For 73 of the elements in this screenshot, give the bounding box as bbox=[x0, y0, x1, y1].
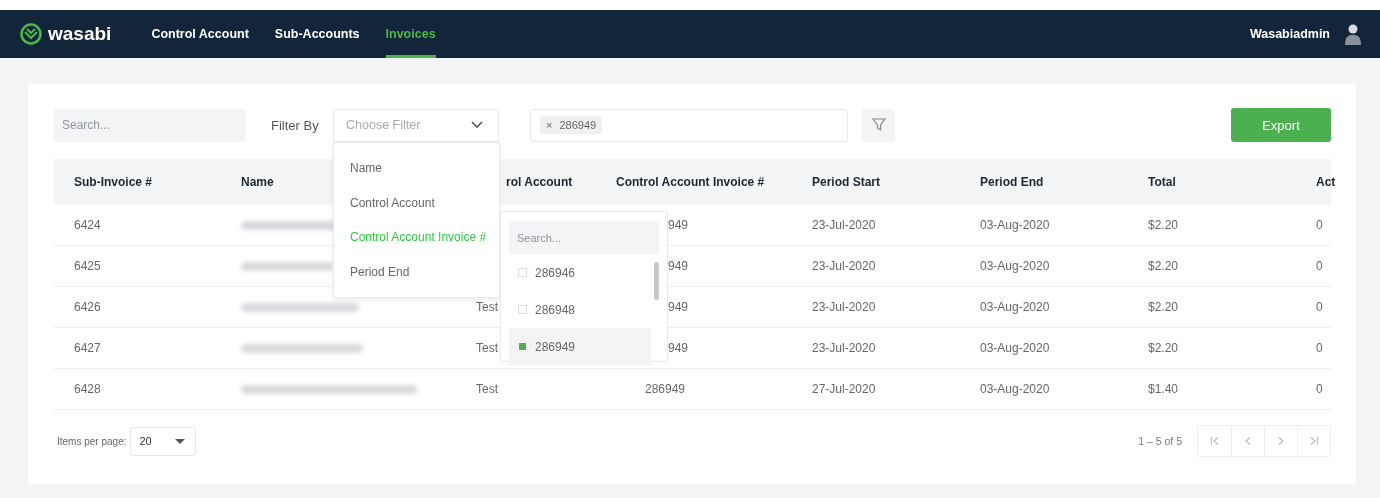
column-header: Period Start bbox=[812, 175, 880, 189]
filter-label: Filter By bbox=[271, 117, 320, 133]
checkbox[interactable] bbox=[518, 305, 527, 314]
avatar-icon[interactable] bbox=[1344, 23, 1362, 45]
table-cell: Test bbox=[476, 382, 498, 396]
table-cell: 03-Aug-2020 bbox=[980, 300, 1050, 314]
value-option[interactable]: 286948 bbox=[509, 291, 651, 328]
table-cell: 23-Jul-2020 bbox=[812, 218, 876, 232]
items-per-page-label: Items per page: bbox=[57, 435, 127, 447]
column-header: Control Account Invoice # bbox=[616, 175, 765, 189]
table-cell: 0 bbox=[1316, 382, 1323, 396]
table-cell: 0 bbox=[1316, 341, 1323, 355]
table-cell: 6427 bbox=[74, 341, 101, 355]
nav-tab[interactable]: Control Account bbox=[151, 10, 249, 58]
filter-option[interactable]: Period End bbox=[334, 254, 499, 289]
table-cell: 27-Jul-2020 bbox=[812, 382, 876, 396]
first-page-icon bbox=[1209, 436, 1220, 446]
table-cell: 949 bbox=[668, 341, 689, 355]
items-per-page-select[interactable]: 20 bbox=[130, 426, 197, 456]
table-cell: 949 bbox=[668, 300, 689, 314]
filter-option[interactable]: Name bbox=[334, 151, 499, 186]
table-cell: 6424 bbox=[74, 218, 101, 232]
table-cell: 0 bbox=[1316, 259, 1323, 273]
last-page-icon bbox=[1309, 436, 1319, 446]
table-cell: $2.20 bbox=[1148, 341, 1179, 355]
filter-option[interactable]: Control Account bbox=[334, 185, 499, 220]
clear-filter-button[interactable] bbox=[862, 108, 895, 142]
table-cell: 0 bbox=[1316, 218, 1323, 232]
table-cell: $2.20 bbox=[1148, 300, 1179, 314]
table-cell: 949 bbox=[668, 218, 689, 232]
table-cell: 23-Jul-2020 bbox=[812, 259, 876, 273]
scrollbar-thumb[interactable] bbox=[654, 262, 659, 300]
table-cell: 949 bbox=[668, 259, 689, 273]
caret-down-icon bbox=[175, 438, 186, 444]
column-header: Period End bbox=[980, 175, 1044, 189]
search-field[interactable]: Search... bbox=[54, 108, 246, 142]
table-cell: 286949 bbox=[645, 382, 686, 396]
table-cell: Test bbox=[476, 341, 498, 355]
column-header: Act bbox=[1316, 175, 1336, 189]
column-header: Name bbox=[241, 175, 274, 189]
column-header: Total bbox=[1148, 175, 1176, 189]
table-cell: 23-Jul-2020 bbox=[812, 341, 876, 355]
nav-tab[interactable]: Sub-Accounts bbox=[274, 10, 360, 58]
value-option[interactable]: 286949 bbox=[509, 328, 651, 365]
chevron-left-icon bbox=[1244, 436, 1252, 446]
table-cell: 0 bbox=[1316, 300, 1323, 314]
table-cell: $2.20 bbox=[1148, 259, 1179, 273]
filter-chip[interactable]: × 286949 bbox=[540, 116, 603, 134]
chip-field[interactable]: × 286949 bbox=[530, 108, 848, 142]
table-cell: 6425 bbox=[74, 259, 101, 273]
table-cell: 03-Aug-2020 bbox=[980, 382, 1050, 396]
table-cell: 03-Aug-2020 bbox=[980, 341, 1050, 355]
filter-icon bbox=[871, 118, 886, 132]
last-page-button[interactable] bbox=[1297, 426, 1330, 456]
table-cell: 03-Aug-2020 bbox=[980, 218, 1050, 232]
logo-text: wasabi bbox=[48, 23, 112, 45]
table-cell: 6426 bbox=[74, 300, 101, 314]
table-cell: 23-Jul-2020 bbox=[812, 300, 876, 314]
chevron-right-icon bbox=[1277, 436, 1285, 446]
checkbox[interactable] bbox=[518, 268, 527, 277]
column-header: rol Account bbox=[506, 175, 573, 189]
column-header: Sub-Invoice # bbox=[74, 175, 153, 189]
value-option[interactable]: 286946 bbox=[509, 254, 651, 291]
chevron-down-icon bbox=[471, 121, 483, 129]
table-cell: Test bbox=[476, 300, 498, 314]
user-name[interactable]: Wasabiadmin bbox=[1249, 27, 1330, 41]
table-cell: 03-Aug-2020 bbox=[980, 259, 1050, 273]
table-cell: $2.20 bbox=[1148, 218, 1179, 232]
value-search-field[interactable]: Search... bbox=[509, 221, 659, 254]
logo-icon bbox=[20, 23, 42, 45]
table-cell: 6428 bbox=[74, 382, 101, 396]
page-range: 1 – 5 of 5 bbox=[1138, 435, 1182, 447]
table-cell: $1.40 bbox=[1148, 382, 1179, 396]
